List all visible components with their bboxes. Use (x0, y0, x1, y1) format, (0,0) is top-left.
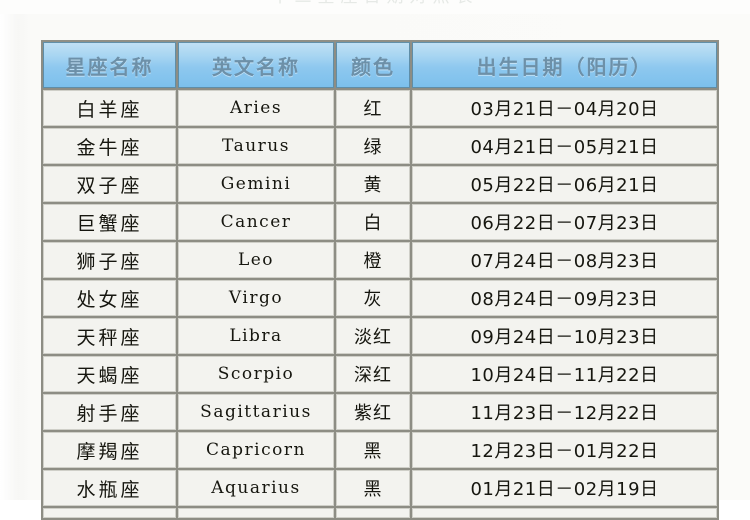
cell-clipped (336, 508, 410, 518)
cell-cn-name: 巨蟹座 (43, 204, 176, 240)
cell-date-range: 08月24日－09月23日 (412, 280, 717, 316)
cell-color: 白 (336, 204, 410, 240)
cell-cn-name: 水瓶座 (43, 470, 176, 506)
header-row: 星座名称 英文名称 颜色 出生日期（阳历） (43, 42, 717, 88)
table-row: 摩羯座 Capricorn 黑 12月23日－01月22日 (43, 432, 717, 468)
cell-date-range: 06月22日－07月23日 (412, 204, 717, 240)
table-row: 水瓶座 Aquarius 黑 01月21日－02月19日 (43, 470, 717, 506)
cell-cn-name: 射手座 (43, 394, 176, 430)
table-row: 天蝎座 Scorpio 深红 10月24日－11月22日 (43, 356, 717, 392)
column-header-cn-name: 星座名称 (43, 42, 176, 88)
cell-clipped (178, 508, 334, 518)
zodiac-table: 星座名称 英文名称 颜色 出生日期（阳历） 白羊座 Aries 红 03月21日－04… (41, 40, 719, 520)
cell-cn-name: 摩羯座 (43, 432, 176, 468)
cell-en-name: Sagittarius (178, 394, 334, 430)
cell-cn-name: 双子座 (43, 166, 176, 202)
zodiac-table-container: 星座名称 英文名称 颜色 出生日期（阳历） 白羊座 Aries 红 03月21日－04… (41, 40, 719, 520)
table-row: 巨蟹座 Cancer 白 06月22日－07月23日 (43, 204, 717, 240)
cell-date-range: 11月23日－12月22日 (412, 394, 717, 430)
cell-color: 黑 (336, 470, 410, 506)
cell-clipped (43, 508, 176, 518)
cell-en-name: Cancer (178, 204, 334, 240)
cell-color: 橙 (336, 242, 410, 278)
table-row: 天秤座 Libra 淡红 09月24日－10月23日 (43, 318, 717, 354)
cell-date-range: 07月24日－08月23日 (412, 242, 717, 278)
table-row: 射手座 Sagittarius 紫红 11月23日－12月22日 (43, 394, 717, 430)
cell-clipped (412, 508, 717, 518)
cell-en-name: Capricorn (178, 432, 334, 468)
cell-cn-name: 天蝎座 (43, 356, 176, 392)
cell-color: 深红 (336, 356, 410, 392)
cell-date-range: 03月21日－04月20日 (412, 90, 717, 126)
cell-cn-name: 处女座 (43, 280, 176, 316)
cell-en-name: Aries (178, 90, 334, 126)
cell-en-name: Scorpio (178, 356, 334, 392)
cell-color: 绿 (336, 128, 410, 164)
cell-date-range: 05月22日－06月21日 (412, 166, 717, 202)
cell-color: 紫红 (336, 394, 410, 430)
clipped-title-text: 十二星座日期对照表 (0, 0, 750, 6)
table-row: 白羊座 Aries 红 03月21日－04月20日 (43, 90, 717, 126)
cell-cn-name: 白羊座 (43, 90, 176, 126)
cell-en-name: Aquarius (178, 470, 334, 506)
cell-cn-name: 金牛座 (43, 128, 176, 164)
column-header-color: 颜色 (336, 42, 410, 88)
table-row: 处女座 Virgo 灰 08月24日－09月23日 (43, 280, 717, 316)
cell-date-range: 04月21日－05月21日 (412, 128, 717, 164)
cell-en-name: Virgo (178, 280, 334, 316)
table-header: 星座名称 英文名称 颜色 出生日期（阳历） (43, 42, 717, 88)
cell-date-range: 09月24日－10月23日 (412, 318, 717, 354)
column-header-date: 出生日期（阳历） (412, 42, 717, 88)
cell-en-name: Leo (178, 242, 334, 278)
clipped-document-title: 十二星座日期对照表 (0, 0, 750, 14)
cell-color: 黑 (336, 432, 410, 468)
cell-color: 红 (336, 90, 410, 126)
cell-date-range: 12月23日－01月22日 (412, 432, 717, 468)
table-row: 狮子座 Leo 橙 07月24日－08月23日 (43, 242, 717, 278)
cell-color: 黄 (336, 166, 410, 202)
cell-date-range: 01月21日－02月19日 (412, 470, 717, 506)
table-row-clipped (43, 508, 717, 518)
table-row: 金牛座 Taurus 绿 04月21日－05月21日 (43, 128, 717, 164)
table-row: 双子座 Gemini 黄 05月22日－06月21日 (43, 166, 717, 202)
cell-en-name: Libra (178, 318, 334, 354)
cell-en-name: Gemini (178, 166, 334, 202)
cell-cn-name: 天秤座 (43, 318, 176, 354)
column-header-en-name: 英文名称 (178, 42, 334, 88)
table-body: 白羊座 Aries 红 03月21日－04月20日 金牛座 Taurus 绿 04月21日－0… (43, 90, 717, 518)
cell-cn-name: 狮子座 (43, 242, 176, 278)
cell-color: 灰 (336, 280, 410, 316)
cell-color: 淡红 (336, 318, 410, 354)
cell-en-name: Taurus (178, 128, 334, 164)
cell-date-range: 10月24日－11月22日 (412, 356, 717, 392)
